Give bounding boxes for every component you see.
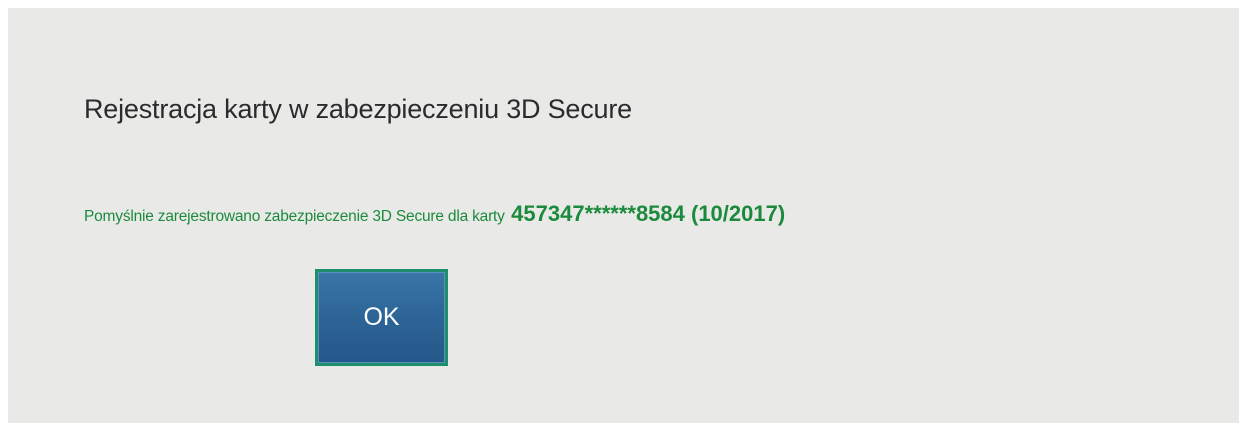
success-message-text: Pomyślnie zarejestrowano zabezpieczenie … — [84, 208, 505, 225]
dialog-title: Rejestracja karty w zabezpieczeniu 3D Se… — [84, 94, 632, 124]
success-message: Pomyślnie zarejestrowano zabezpieczenie … — [84, 201, 785, 227]
ok-button[interactable]: OK — [315, 269, 448, 366]
ok-button-label: OK — [363, 303, 400, 331]
dialog-panel: Rejestracja karty w zabezpieczeniu 3D Se… — [8, 8, 1239, 423]
card-number: 457347******8584 (10/2017) — [511, 201, 786, 226]
